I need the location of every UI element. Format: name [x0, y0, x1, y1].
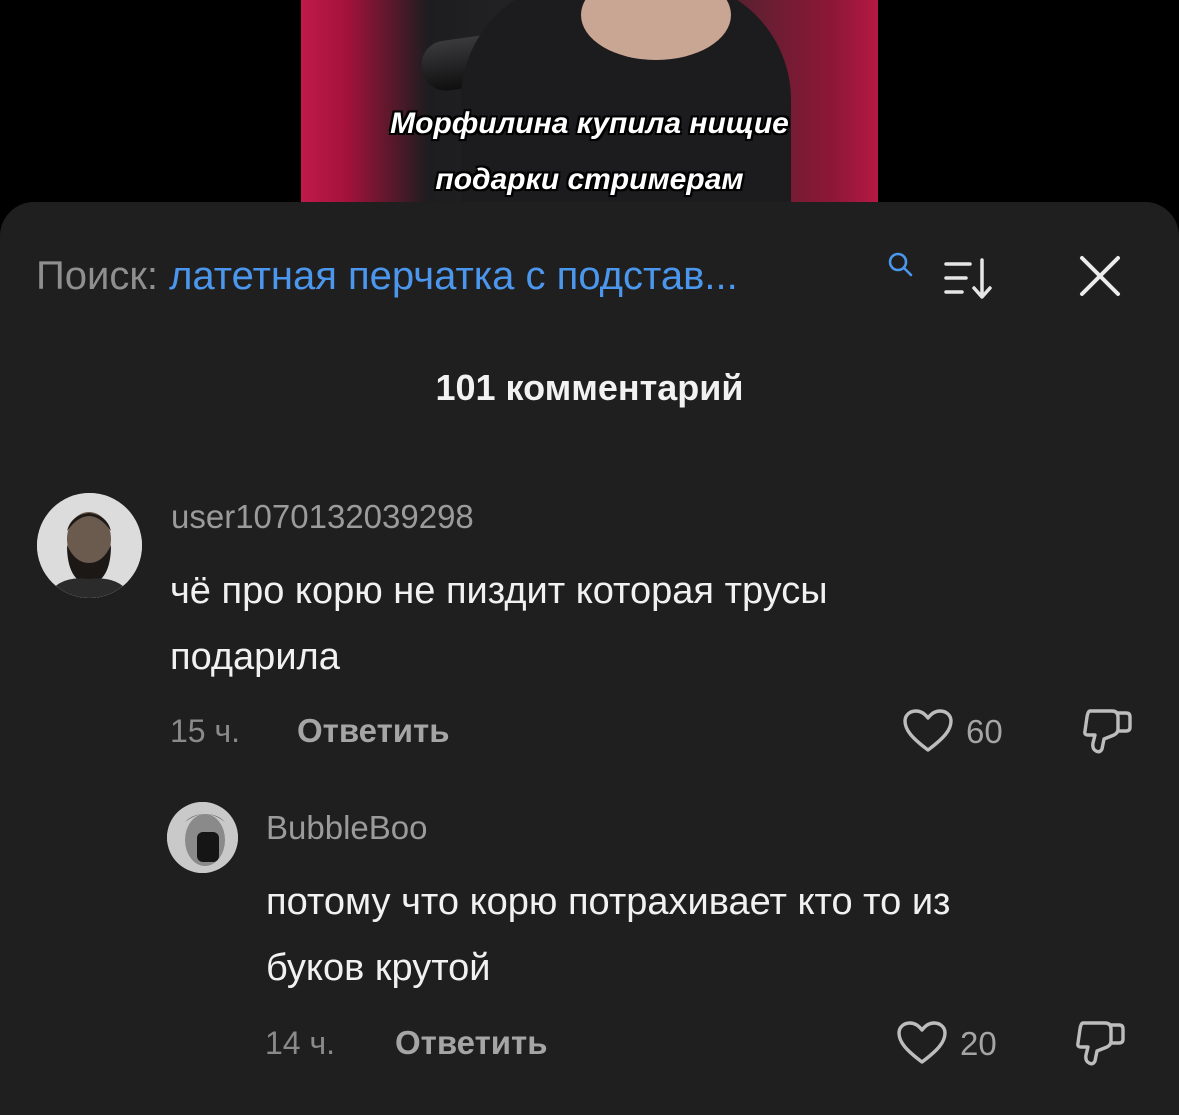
search-query[interactable]: латетная перчатка с подстав... [169, 254, 738, 298]
comments-count: 101 комментарий [435, 367, 744, 408]
avatar[interactable] [37, 493, 142, 598]
avatar-portrait-icon [167, 802, 238, 873]
video-caption-line2: подарки стримерам [435, 163, 744, 196]
close-icon[interactable] [1078, 254, 1122, 298]
avatar-portrait-icon [37, 493, 142, 598]
dislike-icon[interactable] [1075, 1017, 1127, 1067]
comments-sheet: Поиск: латетная перчатка с подстав... 10… [0, 202, 1179, 1115]
heart-icon[interactable] [902, 708, 954, 754]
comment-text-line2: буков крутой [266, 947, 491, 989]
search-icon[interactable] [886, 250, 916, 280]
comment-username[interactable]: BubbleBoo [266, 809, 427, 847]
like-count: 20 [960, 1025, 997, 1062]
video-preview[interactable]: Морфилина купила нищие подарки стримерам [301, 0, 878, 202]
comment-time: 14 ч. [265, 1025, 336, 1061]
comment-time: 15 ч. [170, 713, 241, 749]
comment-text-line1: чё про корю не пиздит которая трусы [170, 570, 828, 612]
reply-button[interactable]: Ответить [297, 712, 450, 750]
video-caption-line1: Морфилина купила нищие [390, 107, 789, 140]
dislike-icon[interactable] [1082, 705, 1134, 755]
search-label: Поиск: [36, 254, 158, 298]
search-bar[interactable]: Поиск: латетная перчатка с подстав... [36, 254, 738, 299]
comment-text-line2: подарила [170, 636, 340, 678]
sort-icon[interactable] [944, 256, 996, 302]
heart-icon[interactable] [896, 1020, 948, 1066]
comment-text-line1: потому что корю потрахивает кто то из [266, 881, 951, 923]
like-count: 60 [966, 713, 1003, 750]
comment-username[interactable]: user1070132039298 [171, 498, 474, 536]
avatar[interactable] [167, 802, 238, 873]
reply-button[interactable]: Ответить [395, 1024, 548, 1062]
